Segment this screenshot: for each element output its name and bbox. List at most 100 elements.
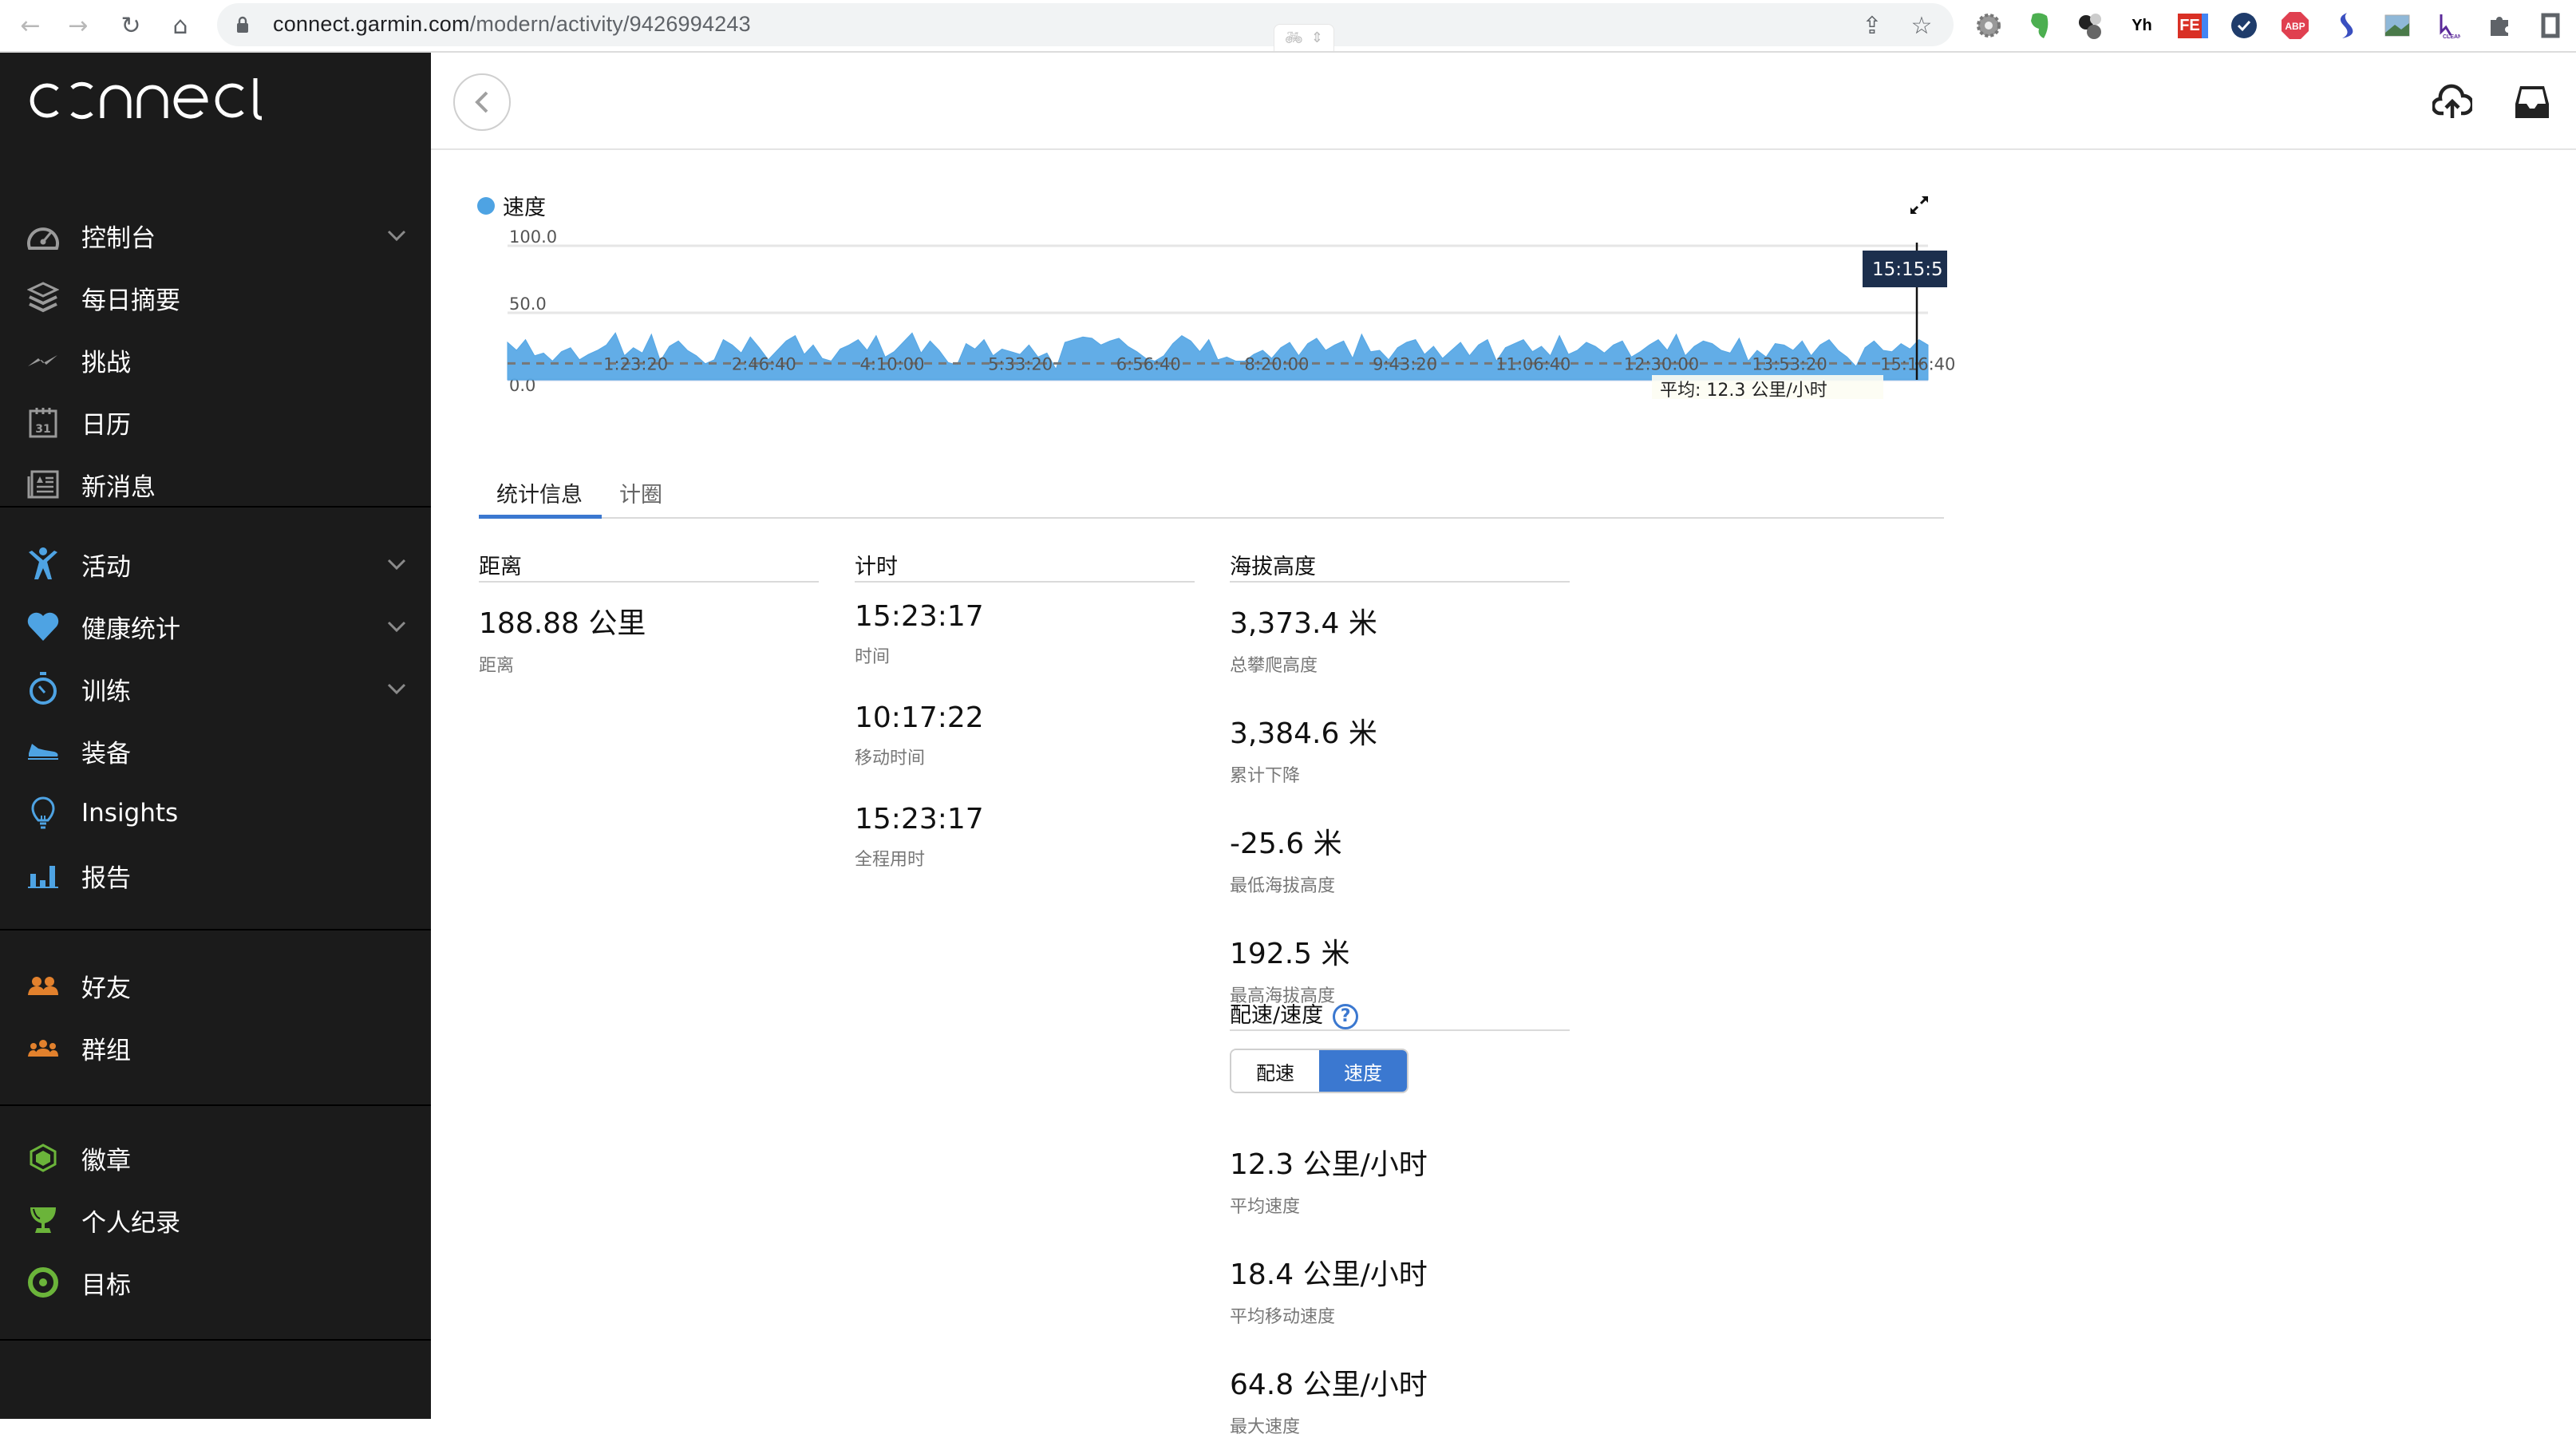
gear-extension-icon[interactable] — [1971, 6, 2006, 45]
url-text: connect.garmin.com/modern/activity/94269… — [273, 12, 751, 36]
sidebar-divider — [0, 1339, 431, 1341]
back-button[interactable] — [453, 73, 511, 131]
stat-value: 18.4 公里/小时 — [1230, 1258, 1428, 1291]
stat-section-title: 海拔高度 — [1230, 547, 1570, 583]
stat-item: 15:23:17 时间 — [855, 600, 1195, 668]
extension-bar: Yh FE ABP CLEAN — [1971, 6, 2568, 45]
x-tick-label: 6:56:40 — [1116, 354, 1181, 373]
puzzle-extensions-icon[interactable] — [2482, 6, 2517, 45]
stat-label: 最低海拔高度 — [1230, 876, 1336, 896]
trophy-icon — [27, 1204, 59, 1236]
bookmark-star-icon[interactable]: ☆ — [1906, 11, 1938, 40]
sidebar-item-label: 装备 — [81, 739, 131, 768]
sidebar-item-dashboard[interactable]: 控制台 — [0, 204, 431, 267]
lock-icon — [237, 16, 248, 33]
sidebar-item-personal-records[interactable]: 个人纪录 — [0, 1189, 431, 1251]
speed-chart[interactable]: 0.050.0100.01:23:20 2:46:40 4:10:00 5:33:20… — [471, 223, 1955, 407]
stat-item: 3,384.6 米 累计下降 — [1230, 710, 1570, 787]
stat-item: 3,373.4 米 总攀爬高度 — [1230, 600, 1570, 677]
balls-extension-icon[interactable] — [2073, 6, 2108, 45]
chevron-down-icon[interactable] — [386, 616, 407, 637]
sidebar-item-gear[interactable]: 装备 — [0, 720, 431, 782]
sidebar-item-training[interactable]: 训练 — [0, 658, 431, 720]
stat-label: 全程用时 — [855, 850, 926, 870]
x-tick-label: 9:43:20 — [1373, 354, 1437, 373]
groups-icon — [27, 1032, 59, 1064]
address-bar[interactable]: connect.garmin.com/modern/activity/94269… — [217, 3, 1954, 46]
sidebar-item-groups[interactable]: 群组 — [0, 1017, 431, 1079]
stats-pace-speed: 配速/速度? 配速 速度 12.3 公里/小时 平均速度 18.4 公里/小时 … — [1230, 996, 1570, 1438]
stat-value: 3,384.6 米 — [1230, 717, 1377, 750]
pace-toggle-button[interactable]: 配速 — [1231, 1050, 1319, 1092]
sidebar-item-friends[interactable]: 好友 — [0, 954, 431, 1017]
sidebar-item-label: 新消息 — [81, 472, 156, 502]
sidebar-item-label: 训练 — [81, 677, 131, 706]
inbox-icon[interactable] — [2512, 83, 2552, 121]
badge-icon — [27, 1142, 59, 1174]
svg-text:31: 31 — [35, 423, 50, 436]
sidebar-item-label: 个人纪录 — [81, 1208, 180, 1238]
stats-timing: 计时 15:23:17 时间 10:17:22 移动时间 15:23:17 全程… — [855, 547, 1195, 871]
reload-icon[interactable]: ↻ — [113, 8, 148, 43]
chevron-down-icon[interactable] — [386, 554, 407, 575]
sidebar-item-badges[interactable]: 徽章 — [0, 1127, 431, 1189]
stat-value: 15:23:17 — [855, 600, 984, 633]
sidebar-item-label: 好友 — [81, 974, 131, 1003]
help-icon[interactable]: ? — [1333, 1003, 1359, 1029]
image-extension-icon[interactable] — [2380, 6, 2415, 45]
lightbulb-icon — [27, 796, 59, 829]
x-tick-label: 2:46:40 — [732, 354, 796, 373]
stats-elevation: 海拔高度 3,373.4 米 总攀爬高度 3,384.6 米 累计下降 -25.… — [1230, 547, 1570, 1007]
bicycle-icon: 🚲︎ — [1285, 30, 1303, 46]
s-extension-icon[interactable] — [2329, 6, 2364, 45]
activity-icon — [27, 547, 59, 580]
stat-section-title: 距离 — [479, 547, 819, 583]
sidebar-item-health-stats[interactable]: 健康统计 — [0, 595, 431, 658]
sidebar-item-calendar[interactable]: 31 日历 — [0, 391, 431, 453]
sidebar-item-daily-summary[interactable]: 每日摘要 — [0, 267, 431, 329]
yh-extension-icon[interactable]: Yh — [2124, 6, 2159, 45]
sidebar-item-insights[interactable]: Insights — [0, 782, 431, 844]
stat-label: 最大速度 — [1230, 1417, 1301, 1437]
cloud-upload-icon[interactable] — [2432, 83, 2472, 121]
home-icon[interactable]: ⌂ — [163, 8, 198, 43]
adblock-icon[interactable]: ABP — [2278, 6, 2313, 45]
fe-extension-icon[interactable]: FE — [2175, 6, 2211, 45]
sidebar-item-goals[interactable]: 目标 — [0, 1251, 431, 1314]
sidebar-item-label: 每日摘要 — [81, 286, 180, 315]
stat-item: 18.4 公里/小时 平均移动速度 — [1230, 1251, 1570, 1328]
chevron-down-icon[interactable] — [386, 678, 407, 699]
chart-legend[interactable]: 速度 — [477, 190, 546, 221]
sidebar-item-challenges[interactable]: 挑战 — [0, 329, 431, 391]
side-panel-icon[interactable] — [2533, 6, 2568, 45]
speed-toggle-button[interactable]: 速度 — [1319, 1050, 1407, 1092]
sidebar-item-label: 挑战 — [81, 348, 131, 377]
connect-logo[interactable] — [27, 77, 267, 121]
dashboard-icon — [27, 219, 59, 251]
chevron-down-icon[interactable] — [386, 225, 407, 246]
forward-arrow-icon[interactable]: → — [61, 8, 96, 43]
sidebar-divider — [0, 929, 431, 930]
challenge-icon — [27, 344, 59, 376]
tab-laps[interactable]: 计圈 — [602, 471, 680, 519]
evernote-icon[interactable] — [2022, 6, 2057, 45]
sidebar-item-reports[interactable]: 报告 — [0, 844, 431, 907]
stat-item: 64.8 公里/小时 最大速度 — [1230, 1361, 1570, 1438]
back-arrow-icon[interactable]: ← — [13, 8, 48, 43]
check-extension-icon[interactable] — [2226, 6, 2262, 45]
stat-item: 12.3 公里/小时 平均速度 — [1230, 1141, 1570, 1218]
pace-speed-toggle: 配速 速度 — [1230, 1049, 1409, 1093]
page-action-bike[interactable]: 🚲︎ ⇕ — [1274, 24, 1334, 51]
stat-label: 累计下降 — [1230, 766, 1301, 786]
stat-section-title: 计时 — [855, 547, 1195, 583]
sidebar-item-activities[interactable]: 活动 — [0, 533, 431, 595]
tab-stats[interactable]: 统计信息 — [479, 471, 602, 519]
legend-label: 速度 — [503, 196, 546, 220]
expand-icon[interactable] — [1907, 193, 1931, 217]
sidebar-item-label: Insights — [81, 799, 179, 828]
share-icon[interactable]: ⇪ — [1856, 11, 1888, 40]
stat-value: 10:17:22 — [855, 701, 984, 734]
bar-chart-icon — [27, 859, 59, 891]
legend-swatch — [477, 196, 495, 215]
clean-extension-icon[interactable]: CLEAN — [2431, 6, 2466, 45]
